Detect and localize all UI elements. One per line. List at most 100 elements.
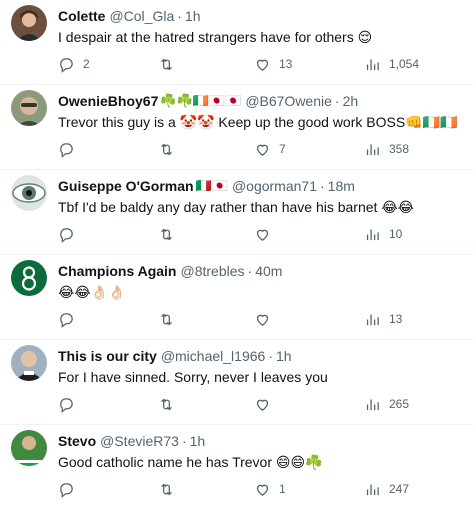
avatar-image: [11, 90, 47, 126]
views-count: 265: [389, 397, 410, 411]
display-name[interactable]: Guiseppe O'Gorman: [58, 176, 194, 196]
reply-tweet[interactable]: Guiseppe O'Gorman 🇮🇹🇯🇵 @ogorman71 · 18m …: [0, 170, 474, 255]
user-handle[interactable]: @8trebles: [181, 261, 245, 281]
display-name[interactable]: OwenieBhoy67: [58, 91, 158, 111]
user-handle[interactable]: @ogorman71: [232, 176, 317, 196]
separator-dot: ·: [320, 178, 325, 194]
tweet-text: Trevor this guy is a 🤡🤡 Keep up the good…: [58, 114, 458, 130]
avatar[interactable]: [11, 5, 47, 41]
reply-icon: [60, 482, 73, 498]
reply-tweet[interactable]: Stevo @StevieR73 · 1h Good catholic name…: [0, 425, 474, 510]
views-count: 358: [389, 142, 410, 156]
views-button[interactable]: 10: [364, 224, 402, 244]
heart-icon: [256, 229, 269, 241]
reply-button[interactable]: 2: [58, 54, 90, 74]
separator-dot: ·: [181, 433, 187, 449]
tweet-header: Champions Again @8trebles · 40m: [58, 261, 462, 281]
tweet-header: This is our city @michael_l1966 · 1h: [58, 346, 462, 366]
avatar-image: [11, 430, 47, 466]
user-handle[interactable]: @Col_Gla: [109, 6, 174, 26]
heart-icon: [256, 144, 269, 156]
timestamp[interactable]: 2h: [343, 91, 359, 111]
heart-icon: [256, 399, 269, 411]
avatar[interactable]: [11, 90, 47, 126]
timestamp[interactable]: 1h: [190, 431, 206, 451]
separator-dot: ·: [247, 263, 253, 279]
views-button[interactable]: 247: [364, 479, 409, 499]
action-bar: 1 247: [58, 479, 462, 499]
retweet-button[interactable]: [158, 394, 183, 414]
views-button[interactable]: 358: [364, 139, 409, 159]
heart-icon: [256, 59, 269, 71]
tweet-text: 😂😂👌🏻👌🏻: [58, 284, 126, 300]
retweet-button[interactable]: [158, 224, 183, 244]
avatar-image: [11, 345, 47, 381]
views-button[interactable]: 265: [364, 394, 409, 414]
display-name[interactable]: Stevo: [58, 431, 96, 451]
user-handle[interactable]: @StevieR73: [100, 431, 179, 451]
retweet-button[interactable]: [158, 139, 183, 159]
timestamp[interactable]: 18m: [328, 176, 355, 196]
action-bar: 265: [58, 394, 462, 414]
reply-button[interactable]: [58, 394, 83, 414]
reply-icon: [60, 142, 73, 158]
tweet-header: Colette @Col_Gla · 1h: [58, 6, 462, 26]
reply-icon: [60, 227, 73, 243]
reply-button[interactable]: [58, 309, 83, 329]
reply-tweet[interactable]: Colette @Col_Gla · 1h I despair at the h…: [0, 0, 474, 85]
display-name[interactable]: This is our city: [58, 346, 157, 366]
avatar[interactable]: [11, 345, 47, 381]
avatar-image: [11, 260, 47, 296]
like-count: 13: [279, 57, 293, 71]
reply-button[interactable]: [58, 139, 83, 159]
timestamp[interactable]: 40m: [255, 261, 282, 281]
retweet-icon: [161, 483, 172, 495]
tweet-header: OwenieBhoy67 ☘️☘️🇮🇪🇯🇵🇯🇵 @B67Owenie · 2h: [58, 91, 462, 111]
like-button[interactable]: 13: [254, 54, 292, 74]
like-button[interactable]: 7: [254, 139, 286, 159]
retweet-button[interactable]: [158, 54, 183, 74]
views-count: 1,054: [389, 57, 420, 71]
retweet-button[interactable]: [158, 479, 183, 499]
separator-dot: ·: [177, 8, 182, 24]
action-bar: 2 13 1,054: [58, 54, 462, 74]
timestamp[interactable]: 1h: [185, 6, 201, 26]
views-chart-icon: [366, 399, 379, 410]
name-emojis: ☘️☘️🇮🇪🇯🇵🇯🇵: [160, 93, 242, 108]
views-button[interactable]: 1,054: [364, 54, 419, 74]
display-name[interactable]: Colette: [58, 6, 105, 26]
reply-button[interactable]: [58, 224, 83, 244]
avatar-image: [11, 5, 47, 41]
reply-feed: Colette @Col_Gla · 1h I despair at the h…: [0, 0, 474, 510]
display-name[interactable]: Champions Again: [58, 261, 177, 281]
views-chart-icon: [366, 314, 379, 325]
user-handle[interactable]: @B67Owenie: [245, 91, 332, 111]
timestamp[interactable]: 1h: [276, 346, 292, 366]
views-button[interactable]: 13: [364, 309, 402, 329]
like-button[interactable]: [254, 309, 279, 329]
action-bar: 13: [58, 309, 462, 329]
like-button[interactable]: 1: [254, 479, 286, 499]
tweet-text: Good catholic name he has Trevor 😄😄☘️: [58, 454, 323, 470]
separator-dot: ·: [334, 93, 340, 109]
avatar[interactable]: [11, 260, 47, 296]
like-count: 1: [279, 482, 286, 496]
like-button[interactable]: [254, 394, 279, 414]
views-count: 10: [389, 227, 403, 241]
reply-tweet[interactable]: OwenieBhoy67 ☘️☘️🇮🇪🇯🇵🇯🇵 @B67Owenie · 2h …: [0, 85, 474, 170]
user-handle[interactable]: @michael_l1966: [161, 346, 266, 366]
reply-icon: [60, 397, 73, 413]
reply-icon: [60, 57, 73, 73]
reply-tweet[interactable]: This is our city @michael_l1966 · 1h For…: [0, 340, 474, 425]
tweet-header: Guiseppe O'Gorman 🇮🇹🇯🇵 @ogorman71 · 18m: [58, 176, 462, 196]
views-chart-icon: [366, 59, 379, 70]
reply-button[interactable]: [58, 479, 83, 499]
retweet-icon: [161, 143, 172, 155]
avatar[interactable]: [11, 175, 47, 211]
reply-tweet[interactable]: Champions Again @8trebles · 40m 😂😂👌🏻👌🏻 1…: [0, 255, 474, 340]
views-chart-icon: [366, 144, 379, 155]
avatar[interactable]: [11, 430, 47, 466]
retweet-button[interactable]: [158, 309, 183, 329]
like-button[interactable]: [254, 224, 279, 244]
action-bar: 7 358: [58, 139, 462, 159]
